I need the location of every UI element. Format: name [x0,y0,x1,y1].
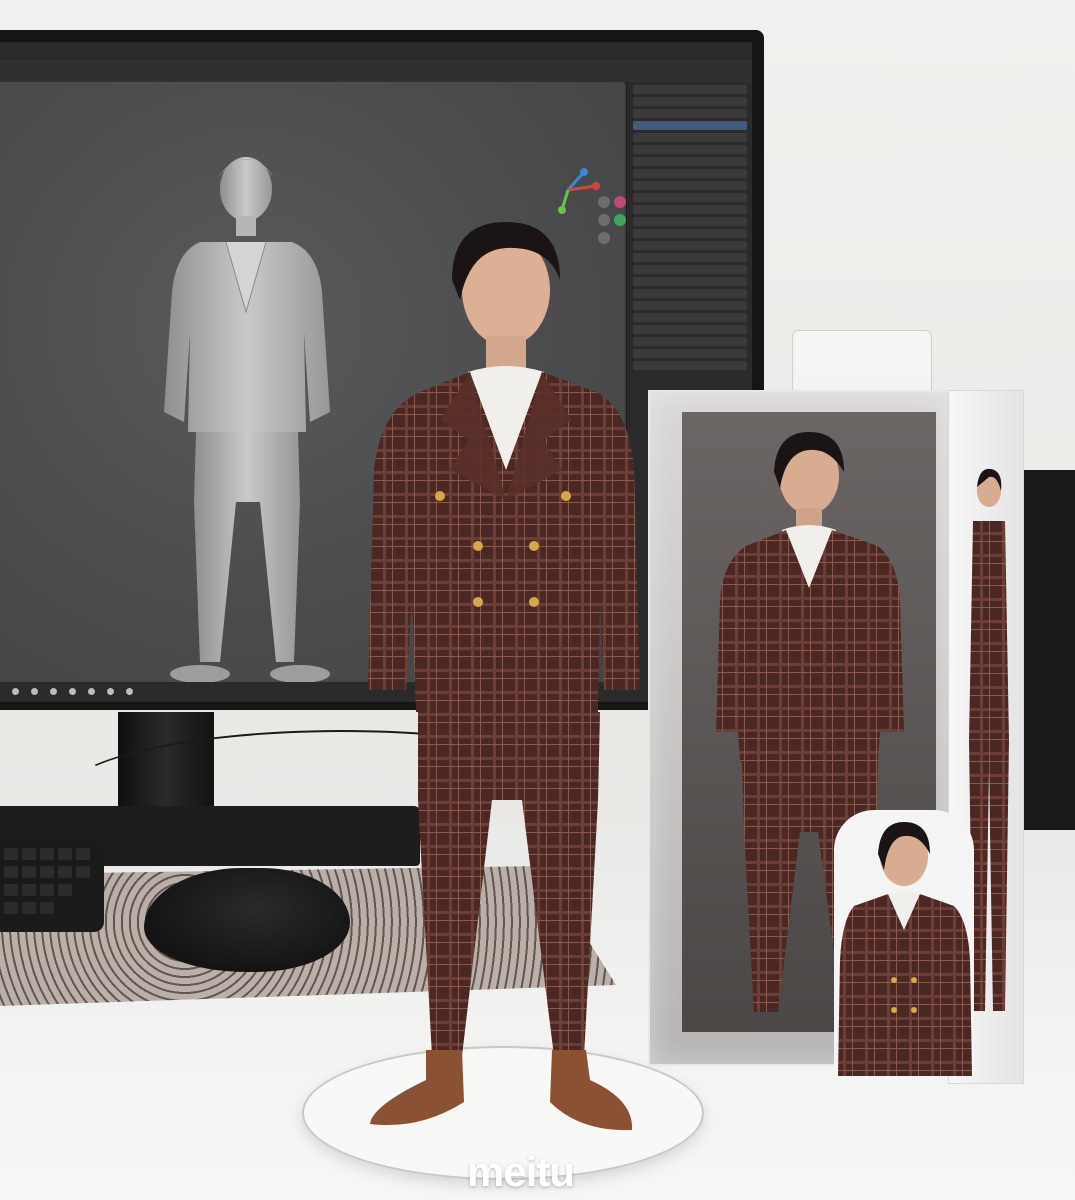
app-toolbar[interactable] [0,60,752,83]
keyboard-icon[interactable] [0,840,104,932]
record-icon[interactable] [614,196,626,208]
monitor-screen [0,42,752,702]
watermark: meitu [467,1148,575,1195]
grid-icon[interactable] [598,232,610,244]
app-menubar[interactable] [0,42,752,61]
secondary-monitor [1022,470,1075,830]
gray-sculpt-model [164,157,330,682]
3d-viewport[interactable] [0,82,626,682]
app-statusbar [0,682,752,702]
box-hang-tab [792,330,932,398]
zoom-icon[interactable] [598,196,610,208]
camera-icon[interactable] [614,214,626,226]
box-portrait-card [834,810,974,1076]
cable [60,730,624,864]
figure-box [648,390,1024,1084]
mouse-icon[interactable] [144,868,350,972]
pan-icon[interactable] [598,214,610,226]
portrait-card-figure [838,822,972,1076]
